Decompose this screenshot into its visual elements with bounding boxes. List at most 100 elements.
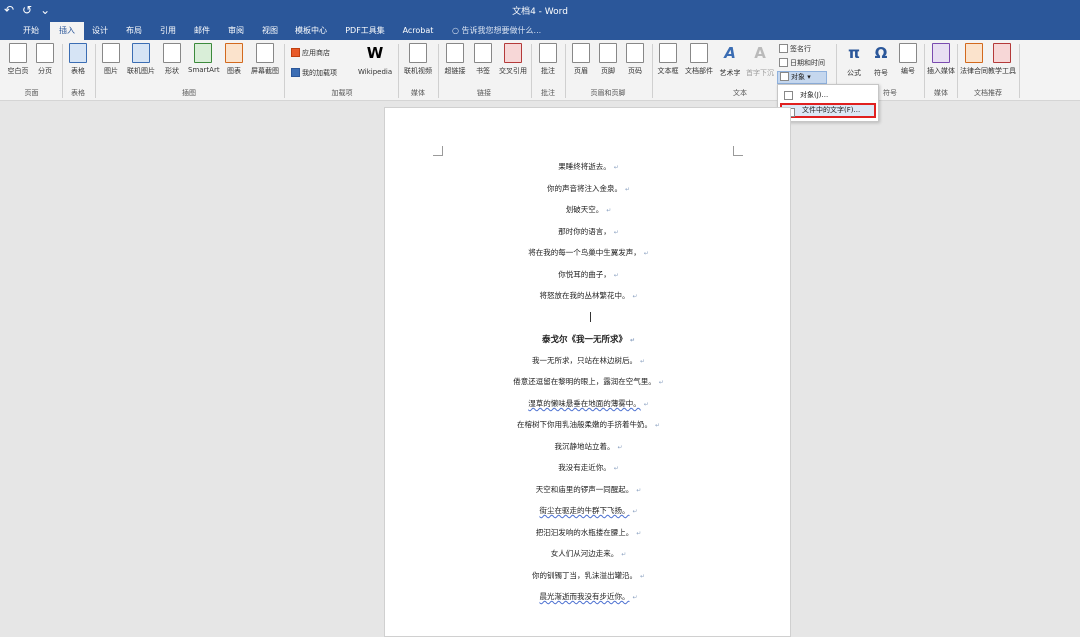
- table-button[interactable]: 表格: [63, 43, 93, 76]
- paragraph-mark-icon: ↵: [624, 186, 631, 193]
- tab-insert[interactable]: 插入: [50, 22, 84, 40]
- video-icon: [409, 43, 427, 63]
- poem-heading[interactable]: 泰戈尔《我一无所求》 ↵: [385, 333, 792, 345]
- picture-button[interactable]: 图片: [96, 43, 126, 76]
- paragraph-mark-icon: ↵: [621, 551, 627, 558]
- paragraph-mark-icon: ↵: [643, 401, 649, 408]
- paragraph-mark-icon: ↵: [629, 337, 636, 344]
- tab-review[interactable]: 审阅: [220, 22, 252, 40]
- tab-layout[interactable]: 布局: [118, 22, 150, 40]
- poem-line[interactable]: 天空和庙里的锣声一同醒起。 ↵: [385, 484, 792, 495]
- wikipedia-button[interactable]: W Wikipedia: [358, 43, 392, 76]
- search-placeholder: 告诉我您想要做什么...: [461, 26, 542, 35]
- paragraph-mark-icon: ↵: [613, 164, 619, 171]
- chevron-down-icon: ▾: [805, 73, 811, 81]
- window-title: 文档4 - Word: [512, 7, 568, 17]
- paragraph-mark-icon: ↵: [632, 508, 638, 515]
- wordart-button[interactable]: A 艺术字: [716, 43, 744, 78]
- tell-me-search[interactable]: ○ 告诉我您想要做什么...: [452, 22, 572, 40]
- object-menu-item[interactable]: 对象(J)...: [780, 88, 876, 103]
- tab-mailings[interactable]: 邮件: [186, 22, 218, 40]
- poem-line[interactable]: 我没有走近你。 ↵: [385, 462, 792, 473]
- hyperlink-button[interactable]: 超链接: [440, 43, 470, 76]
- symbol-button[interactable]: Ω 符号: [866, 43, 896, 78]
- object-dropdown: 对象(J)... 文件中的文字(F)...: [777, 84, 879, 122]
- teaching-tools-button[interactable]: 教学工具: [987, 43, 1017, 76]
- bookmark-icon: [474, 43, 492, 63]
- cover-page-button[interactable]: 空白页: [3, 43, 33, 76]
- poem-line[interactable]: 在榕树下你用乳油般柔嫩的手挤着牛奶。 ↵: [385, 419, 792, 430]
- paragraph-mark-icon: ↵: [606, 207, 612, 214]
- poem-line[interactable]: 晨光渐逝而我没有步近你。 ↵: [385, 591, 792, 602]
- chart-icon: [225, 43, 243, 63]
- lightbulb-icon: ○: [452, 26, 462, 35]
- poem-line[interactable]: 街尘在驱走的牛群下飞扬。 ↵: [385, 505, 792, 516]
- tab-pdf-tools[interactable]: PDF工具集: [338, 22, 392, 40]
- picture-icon: [102, 43, 120, 63]
- tab-design[interactable]: 设计: [84, 22, 116, 40]
- poem-line[interactable]: 你的钏镯丁当，乳沫溢出罐沿。 ↵: [385, 570, 792, 581]
- text-line[interactable]: 果睡终将逝去。 ↵: [385, 161, 792, 172]
- legal-contract-button[interactable]: 法律合同: [959, 43, 989, 76]
- paragraph-mark-icon: ↵: [632, 594, 638, 601]
- poem-line[interactable]: 我沉静地站立着。 ↵: [385, 441, 792, 452]
- object-button[interactable]: 对象 ▾: [777, 71, 827, 84]
- shapes-button[interactable]: 形状: [157, 43, 187, 76]
- title-bar: ↶ ↺ ⌄ 文档4 - Word: [0, 0, 1080, 22]
- textbox-button[interactable]: 文本框: [654, 43, 682, 76]
- text-from-file-menu-item[interactable]: 文件中的文字(F)...: [780, 103, 876, 118]
- object-icon: [780, 72, 789, 81]
- number-button[interactable]: 编号: [893, 43, 923, 76]
- chart-button[interactable]: 图表: [219, 43, 249, 76]
- page-number-button[interactable]: 页码: [620, 43, 650, 76]
- screenshot-button[interactable]: 屏幕截图: [250, 43, 280, 76]
- group-label-media2: 媒体: [934, 89, 948, 97]
- header-icon: [572, 43, 590, 63]
- paragraph-mark-icon: ↵: [613, 229, 619, 236]
- group-label-table: 表格: [71, 89, 85, 97]
- text-line[interactable]: 你悦耳的曲子， ↵: [385, 269, 792, 280]
- footer-button[interactable]: 页脚: [593, 43, 623, 76]
- dropcap-button[interactable]: A 首字下沉: [744, 43, 776, 78]
- group-label-addins: 加载项: [331, 89, 353, 97]
- insert-media-button[interactable]: 插入媒体: [926, 43, 956, 76]
- signature-line-button[interactable]: 签名行: [779, 44, 811, 54]
- paragraph-mark-icon: ↵: [654, 422, 661, 429]
- paragraph-mark-icon: ↵: [636, 487, 642, 494]
- text-line[interactable]: 你的声音将注入金泉。 ↵: [385, 183, 792, 194]
- comment-icon: [539, 43, 557, 63]
- text-line[interactable]: 将怒放在我的丛林繁花中。 ↵: [385, 290, 792, 301]
- poem-line[interactable]: 倦意还逗留在黎明的眼上，露润在空气里。 ↵: [385, 376, 792, 387]
- online-video-button[interactable]: 联机视频: [401, 43, 435, 76]
- text-line[interactable]: 将在我的每一个鸟巢中生翼发声， ↵: [385, 247, 792, 258]
- poem-line[interactable]: 女人们从河边走来。 ↵: [385, 548, 792, 559]
- bookmark-button[interactable]: 书签: [468, 43, 498, 76]
- tab-home[interactable]: 开始: [14, 22, 48, 40]
- tab-acrobat[interactable]: Acrobat: [396, 22, 440, 40]
- quick-parts-button[interactable]: 文档部件: [683, 43, 715, 76]
- globe-link-icon: [446, 43, 464, 63]
- tab-view[interactable]: 视图: [254, 22, 286, 40]
- document-page[interactable]: 果睡终将逝去。 ↵ 你的声音将注入金泉。 ↵ 划破天空。 ↵ 那时你的语言， ↵ 将在我…: [384, 107, 791, 637]
- paragraph-mark-icon: ↵: [632, 293, 638, 300]
- date-time-button[interactable]: 日期和时间: [779, 58, 825, 68]
- tab-references[interactable]: 引用: [152, 22, 184, 40]
- poem-line[interactable]: 湿草的懒味悬垂在地面的薄雾中。 ↵: [385, 398, 792, 409]
- text-line[interactable]: 那时你的语言， ↵: [385, 226, 792, 237]
- smartart-button[interactable]: SmartArt: [188, 43, 220, 74]
- poem-line[interactable]: 我一无所求，只站在林边树后。 ↵: [385, 355, 792, 366]
- poem-line[interactable]: 把汩汩发响的水瓶搂在腰上。 ↵: [385, 527, 792, 538]
- dropcap-icon: A: [754, 44, 766, 62]
- page-break-button[interactable]: 分页: [30, 43, 60, 76]
- equation-button[interactable]: π 公式: [839, 43, 869, 78]
- screenshot-icon: [256, 43, 274, 63]
- my-addins-button[interactable]: 我的加载项: [291, 68, 337, 78]
- tab-template-center[interactable]: 模板中心: [288, 22, 334, 40]
- text-line[interactable]: 划破天空。 ↵: [385, 204, 792, 215]
- paragraph-mark-icon: ↵: [613, 465, 619, 472]
- comment-button[interactable]: 批注: [533, 43, 563, 76]
- crossref-button[interactable]: 交叉引用: [498, 43, 528, 76]
- online-picture-button[interactable]: 联机图片: [126, 43, 156, 76]
- header-button[interactable]: 页眉: [566, 43, 596, 76]
- store-button[interactable]: 应用商店: [291, 48, 330, 58]
